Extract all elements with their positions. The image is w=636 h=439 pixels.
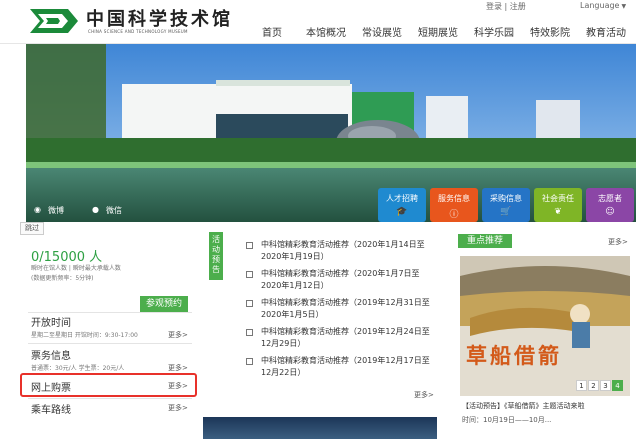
- tile-procurement[interactable]: 采购信息 🛒: [482, 188, 530, 222]
- straw-boat-illustration: [460, 256, 630, 396]
- checkbox-icon: [246, 242, 253, 249]
- list-item[interactable]: 中科馆精彩教育活动推荐（2019年12月17日至12月22日）: [246, 355, 431, 379]
- tile-procurement-label: 采购信息: [490, 194, 522, 203]
- opening-hours-title[interactable]: 开放时间: [31, 314, 71, 329]
- ticket-prices: 普通票：30元/人 学生票：20元/人: [31, 365, 125, 372]
- language-label: Language: [580, 1, 620, 10]
- featured-time: 时间：10月19日——10月...: [462, 416, 552, 424]
- logo-title: 中国科学技术馆: [86, 9, 233, 30]
- leaf-icon: ❦: [554, 207, 562, 217]
- nav-temporary-exhibits[interactable]: 短期展览: [418, 24, 458, 39]
- list-item[interactable]: 中科馆精彩教育活动推荐（2019年12月31日至2020年1月5日）: [246, 297, 431, 321]
- carousel-page-2[interactable]: 2: [588, 380, 599, 391]
- header: 中国科学技术馆 CHINA SCIENCE AND TECHNOLOGY MUS…: [0, 0, 636, 44]
- list-item[interactable]: 中科馆精彩教育活动推荐（2020年1月7日至2020年1月12日）: [246, 268, 431, 292]
- logo-subtitle: CHINA SCIENCE AND TECHNOLOGY MUSEUM: [88, 29, 188, 34]
- social-bar: ◉ 微博 ● 微信: [26, 200, 226, 222]
- tile-recruitment-label: 人才招聘: [386, 194, 418, 203]
- tile-volunteer-label: 志愿者: [598, 194, 622, 203]
- featured-tab[interactable]: 重点推荐: [458, 234, 512, 248]
- skip-button[interactable]: 跳过: [20, 222, 44, 235]
- graduation-cap-icon: 🎓: [396, 207, 408, 217]
- tile-service-info[interactable]: 服务信息 ⓘ: [430, 188, 478, 222]
- wechat-icon[interactable]: ●: [92, 205, 99, 214]
- nav-special-cinema[interactable]: 特效影院: [530, 24, 570, 39]
- visit-booking-tab[interactable]: 参观预约: [140, 296, 188, 312]
- online-ticket-title[interactable]: 网上购票: [31, 379, 71, 394]
- info-icon: ⓘ: [449, 210, 459, 220]
- nav-about[interactable]: 本馆概况: [306, 24, 346, 39]
- activity-link[interactable]: 中科馆精彩教育活动推荐（2019年12月24日至12月29日）: [261, 326, 431, 350]
- ticket-info-title[interactable]: 票务信息: [31, 347, 71, 362]
- activity-link[interactable]: 中科馆精彩教育活动推荐（2019年12月17日至12月22日）: [261, 355, 431, 379]
- featured-image[interactable]: [460, 256, 630, 396]
- weibo-link[interactable]: 微博: [48, 205, 64, 216]
- tile-social-responsibility[interactable]: 社会责任 ❦: [534, 188, 582, 222]
- wechat-link[interactable]: 微信: [106, 205, 122, 216]
- tile-volunteer[interactable]: 志愿者 ☺: [586, 188, 634, 222]
- carousel-page-1[interactable]: 1: [576, 380, 587, 391]
- featured-image-title: 草船借箭: [466, 343, 562, 368]
- cart-icon: 🛒: [500, 207, 512, 217]
- bus-route-more-link[interactable]: 更多>: [168, 403, 188, 413]
- nav-science-park[interactable]: 科学乐园: [474, 24, 514, 39]
- visitor-count-note: 瞬时在馆人数 | 瞬时最大承载人数: [31, 265, 121, 272]
- carousel-page-3[interactable]: 3: [600, 380, 611, 391]
- nav-home[interactable]: 首页: [262, 24, 282, 39]
- featured-more-link[interactable]: 更多>: [608, 237, 628, 247]
- tile-social-label: 社会责任: [542, 194, 574, 203]
- checkbox-icon: [246, 300, 253, 307]
- online-ticket-more-link[interactable]: 更多>: [168, 381, 188, 391]
- list-item[interactable]: 中科馆精彩教育活动推荐（2019年12月24日至12月29日）: [246, 326, 431, 350]
- carousel-page-4-active[interactable]: 4: [612, 380, 623, 391]
- tile-recruitment[interactable]: 人才招聘 🎓: [378, 188, 426, 222]
- activity-link[interactable]: 中科馆精彩教育活动推荐（2019年12月31日至2020年1月5日）: [261, 297, 431, 321]
- list-item[interactable]: 中科馆精彩教育活动推荐（2020年1月14日至2020年1月19日）: [246, 239, 431, 263]
- chevron-down-icon: ▼: [621, 3, 627, 10]
- featured-caption[interactable]: 【活动预告】《草船借箭》主题活动来啦: [462, 401, 585, 411]
- weibo-icon[interactable]: ◉: [34, 205, 41, 214]
- activity-thumbnail[interactable]: [203, 417, 437, 439]
- activity-link[interactable]: 中科馆精彩教育活动推荐（2020年1月14日至2020年1月19日）: [261, 239, 431, 263]
- divider: [28, 343, 192, 344]
- divider: [28, 312, 192, 313]
- nav-education[interactable]: 教育活动: [586, 24, 626, 39]
- tile-service-label: 服务信息: [438, 194, 470, 203]
- checkbox-icon: [246, 271, 253, 278]
- activity-link[interactable]: 中科馆精彩教育活动推荐（2020年1月7日至2020年1月12日）: [261, 268, 431, 292]
- activities-tab[interactable]: 活动预告: [209, 232, 223, 280]
- login-register-links[interactable]: 登录 | 注册: [486, 1, 526, 12]
- checkbox-icon: [246, 358, 253, 365]
- checkbox-icon: [246, 329, 253, 336]
- opening-hours-more-link[interactable]: 更多>: [168, 330, 188, 340]
- language-select[interactable]: Language ▼: [580, 1, 626, 10]
- activities-more-link[interactable]: 更多>: [414, 390, 434, 400]
- ticket-info-more-link[interactable]: 更多>: [168, 363, 188, 373]
- opening-hours-text: 星期二至星期日 开馆时间：9:30-17:00: [31, 332, 138, 339]
- divider: [28, 398, 192, 399]
- people-icon: ☺: [605, 207, 615, 217]
- bus-route-title[interactable]: 乘车路线: [31, 401, 71, 416]
- logo-icon[interactable]: [28, 5, 80, 37]
- nav-permanent-exhibits[interactable]: 常设展览: [362, 24, 402, 39]
- visitor-count-refresh: (数据更新频率：5分钟): [31, 275, 94, 282]
